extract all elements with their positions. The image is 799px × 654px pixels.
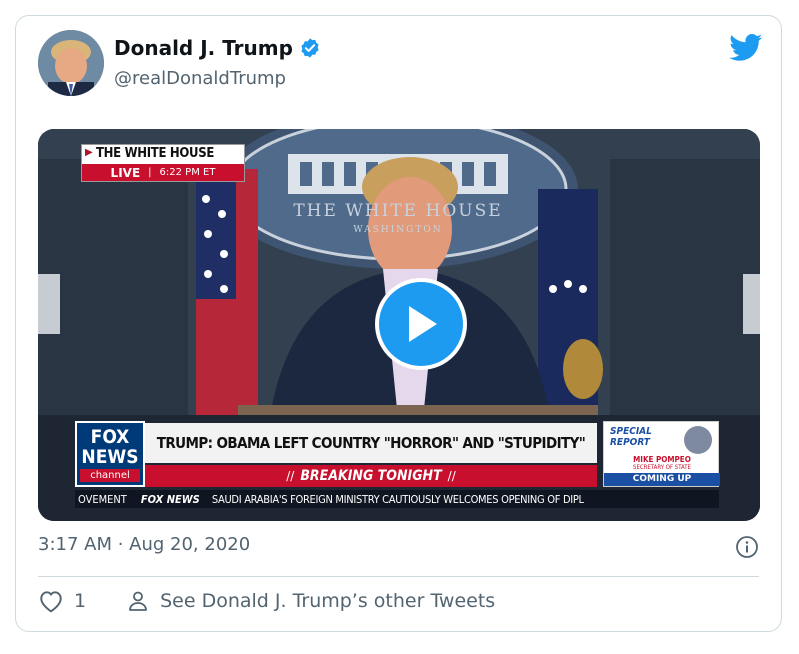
seal-subtext: WASHINGTON xyxy=(353,225,443,235)
network-logo-top: FOX xyxy=(90,426,130,448)
tweet-timestamp[interactable]: 3:17 AM · Aug 20, 2020 xyxy=(38,534,250,555)
play-button[interactable] xyxy=(375,278,467,370)
breaking-text: BREAKING TONIGHT xyxy=(300,468,442,484)
play-icon xyxy=(409,306,437,342)
ticker-left: OVEMENT xyxy=(78,492,127,506)
verified-badge-icon xyxy=(301,38,319,58)
ticker-brand: FOX NEWS xyxy=(140,492,200,506)
twitter-bird-icon[interactable] xyxy=(729,34,763,62)
video-player[interactable]: ▶ THE WHITE HOUSE LIVE | 6:22 PM ET THE … xyxy=(38,129,760,521)
tweet-card: Donald J. Trump @realDonaldTrump ▶ THE W… xyxy=(15,15,782,632)
author-name[interactable]: Donald J. Trump xyxy=(114,36,293,60)
live-time: 6:22 PM ET xyxy=(159,167,216,178)
special-report-title: SECRETARY OF STATE xyxy=(633,464,691,471)
location-label: THE WHITE HOUSE xyxy=(96,146,215,161)
heart-icon xyxy=(40,591,62,613)
like-button[interactable]: 1 xyxy=(38,589,86,613)
live-label: LIVE xyxy=(110,165,141,180)
special-report-box: SPECIAL REPORT MIKE POMPEO SECRETARY OF … xyxy=(603,421,720,487)
special-report-status: COMING UP xyxy=(604,473,720,486)
breaking-bar: // BREAKING TONIGHT // xyxy=(145,465,597,487)
news-ticker: OVEMENT FOX NEWS SAUDI ARABIA'S FOREIGN … xyxy=(75,490,719,508)
headline-text: TRUMP: OBAMA LEFT COUNTRY "HORROR" AND "… xyxy=(156,434,586,452)
divider xyxy=(38,576,759,577)
network-logo-mid: NEWS xyxy=(81,446,139,468)
other-tweets-label[interactable]: See Donald J. Trump’s other Tweets xyxy=(160,590,495,612)
network-logo: FOX NEWS channel xyxy=(75,421,145,487)
ticker-text: SAUDI ARABIA'S FOREIGN MINISTRY CAUTIOUS… xyxy=(211,492,584,506)
special-report-name: MIKE POMPEO xyxy=(633,455,691,464)
location-tag: ▶ THE WHITE HOUSE LIVE | 6:22 PM ET xyxy=(82,145,244,181)
timestamp-text[interactable]: 3:17 AM · Aug 20, 2020 xyxy=(38,534,250,555)
special-report-label: SPECIAL REPORT xyxy=(610,426,652,448)
like-count: 1 xyxy=(74,590,87,612)
person-icon xyxy=(129,591,147,611)
seal-text: THE WHITE HOUSE xyxy=(293,201,503,221)
headline-bar: TRUMP: OBAMA LEFT COUNTRY "HORROR" AND "… xyxy=(145,423,597,463)
info-icon[interactable] xyxy=(735,535,759,559)
network-logo-bottom: channel xyxy=(80,469,140,482)
other-tweets-link[interactable]: See Donald J. Trump’s other Tweets xyxy=(126,589,495,613)
author-handle[interactable]: @realDonaldTrump xyxy=(114,68,286,89)
avatar[interactable] xyxy=(38,30,104,96)
